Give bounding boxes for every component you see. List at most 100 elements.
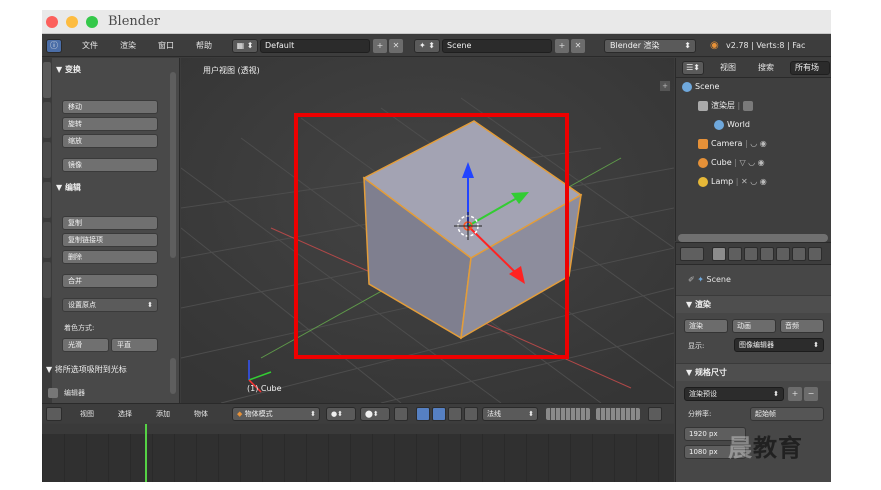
interaction-mode-dropdown[interactable]: ◆ 物体模式 ⬍ bbox=[232, 407, 320, 421]
interaction-mode-label: 物体模式 bbox=[244, 410, 273, 418]
title-bar: Blender bbox=[42, 10, 831, 34]
editor-type-3d-icon[interactable] bbox=[46, 407, 62, 421]
manipulator-toggle-icon[interactable] bbox=[416, 407, 430, 421]
menu-window[interactable]: 窗口 bbox=[158, 39, 174, 53]
scene-layers-group-2[interactable] bbox=[596, 408, 640, 420]
edit-panel-header[interactable]: ▼ 编辑 bbox=[56, 182, 81, 193]
menu-render[interactable]: 渲染 bbox=[120, 39, 136, 53]
screen-layout-icon[interactable]: ▦ ⬍ bbox=[232, 39, 258, 53]
delete-button[interactable]: 删除 bbox=[62, 250, 158, 264]
outliner-item-label: Lamp bbox=[711, 177, 734, 186]
rotate-button[interactable]: 旋转 bbox=[62, 117, 158, 131]
scene-field[interactable]: Scene bbox=[442, 39, 552, 53]
tool-shelf-scrollbar[interactable] bbox=[170, 72, 176, 258]
visibility-eye-icon[interactable]: ▽ ◡ ◉ bbox=[739, 158, 764, 167]
outliner-item-lamp[interactable]: Lamp | ✕ ◡ ◉ bbox=[698, 175, 767, 189]
edit-mode-item[interactable]: 编辑器 bbox=[48, 388, 85, 398]
render-preview-icon[interactable] bbox=[648, 407, 662, 421]
render-panel-header[interactable]: ▼ 渲染 bbox=[676, 295, 831, 313]
display-dropdown[interactable]: 图像编辑器 ⬍ bbox=[734, 338, 824, 352]
outliner-item-cube[interactable]: Cube | ▽ ◡ ◉ bbox=[698, 156, 765, 170]
outliner-item-scene[interactable]: Scene bbox=[682, 80, 719, 94]
transform-panel-header[interactable]: ▼ 变换 bbox=[56, 64, 81, 75]
editor-type-info-icon[interactable]: ⓘ bbox=[46, 39, 62, 53]
outliner-scrollbar[interactable] bbox=[678, 234, 828, 242]
menu-add[interactable]: 添加 bbox=[156, 408, 170, 420]
add-scene-button[interactable]: + bbox=[555, 39, 569, 53]
scene-layers-group-1[interactable] bbox=[546, 408, 590, 420]
rotate-manipulator-icon[interactable] bbox=[448, 407, 462, 421]
tool-shelf-tab-animation[interactable] bbox=[43, 182, 51, 218]
set-origin-dropdown[interactable]: 设置原点 ⬍ bbox=[62, 298, 158, 312]
menu-view[interactable]: 视图 bbox=[80, 408, 94, 420]
menu-help[interactable]: 帮助 bbox=[196, 39, 212, 53]
layer-toggle-icon[interactable] bbox=[394, 407, 408, 421]
translate-button[interactable]: 移动 bbox=[62, 100, 158, 114]
shade-smooth-button[interactable]: 光滑 bbox=[62, 338, 109, 352]
remove-preset-button[interactable]: − bbox=[804, 387, 818, 401]
outliner-display-mode[interactable]: 所有场 bbox=[790, 61, 830, 75]
shade-flat-button[interactable]: 平直 bbox=[111, 338, 158, 352]
screen-layout-field[interactable]: Default bbox=[260, 39, 370, 53]
duplicate-button[interactable]: 复制 bbox=[62, 216, 158, 230]
operator-panel-header[interactable]: ▼ 将所选项吸附到光标 bbox=[46, 364, 127, 375]
timeline-editor[interactable] bbox=[42, 424, 674, 482]
translate-manipulator-icon[interactable] bbox=[432, 407, 446, 421]
visibility-eye-icon[interactable]: ✕ ◡ ◉ bbox=[741, 177, 767, 186]
dimensions-panel-header[interactable]: ▼ 规格尺寸 bbox=[676, 363, 831, 381]
properties-toggle-icon[interactable]: + bbox=[660, 81, 670, 91]
outliner-item-render-layers[interactable]: 渲染层 | bbox=[698, 99, 756, 113]
scale-manipulator-icon[interactable] bbox=[464, 407, 478, 421]
close-window-button[interactable] bbox=[46, 16, 58, 28]
pivot-dropdown[interactable]: ⬤⬍ bbox=[360, 407, 390, 421]
cube-highlight-box bbox=[294, 113, 569, 359]
editor-type-outliner-icon[interactable]: ☰⬍ bbox=[682, 61, 704, 75]
render-audio-button[interactable]: 音频 bbox=[780, 319, 824, 333]
render-engine-dropdown[interactable]: Blender 渲染 ⬍ bbox=[604, 39, 696, 53]
chevron-updown-icon: ⬍ bbox=[684, 41, 691, 50]
render-presets-dropdown[interactable]: 渲染预设 ⬍ bbox=[684, 387, 784, 401]
scene-selector-icon[interactable]: ✦ ⬍ bbox=[414, 39, 440, 53]
tab-world[interactable] bbox=[760, 247, 774, 261]
pin-icon[interactable]: ✐ bbox=[688, 275, 697, 284]
duplicate-linked-button[interactable]: 复制链接项 bbox=[62, 233, 158, 247]
tool-shelf-tab-physics[interactable] bbox=[43, 222, 51, 258]
tool-shelf-tab-grease-pencil[interactable] bbox=[43, 262, 51, 298]
3d-viewport[interactable]: 用户视图 (透视) (1) Cube + bbox=[181, 58, 674, 403]
add-layout-button[interactable]: + bbox=[373, 39, 387, 53]
visibility-eye-icon[interactable]: ◡ ◉ bbox=[750, 139, 767, 148]
delete-scene-button[interactable]: ✕ bbox=[571, 39, 585, 53]
transform-orientation-dropdown[interactable]: 法线 ⬍ bbox=[482, 407, 538, 421]
menu-object[interactable]: 物体 bbox=[194, 408, 208, 420]
render-animation-button[interactable]: 动画 bbox=[732, 319, 776, 333]
tab-modifiers[interactable] bbox=[808, 247, 822, 261]
timeline-frame-ruler[interactable] bbox=[42, 424, 674, 434]
outliner-menu-search[interactable]: 搜索 bbox=[758, 61, 774, 75]
edit-mode-item-label: 编辑器 bbox=[64, 389, 85, 397]
minimize-window-button[interactable] bbox=[66, 16, 78, 28]
tool-shelf-scrollbar-lower[interactable] bbox=[170, 358, 176, 394]
tab-constraints[interactable] bbox=[792, 247, 806, 261]
menu-select[interactable]: 选择 bbox=[118, 408, 132, 420]
shading-mode-dropdown[interactable]: ●⬍ bbox=[326, 407, 356, 421]
timeline-playhead[interactable] bbox=[145, 424, 147, 482]
tab-render-layers[interactable] bbox=[728, 247, 742, 261]
scale-button[interactable]: 缩放 bbox=[62, 134, 158, 148]
add-preset-button[interactable]: + bbox=[788, 387, 802, 401]
zoom-window-button[interactable] bbox=[86, 16, 98, 28]
tool-shelf-tab-relations[interactable] bbox=[43, 142, 51, 178]
editor-type-properties-icon[interactable] bbox=[680, 247, 704, 261]
tool-shelf-tab-tools[interactable] bbox=[43, 62, 51, 98]
mirror-button[interactable]: 镜像 bbox=[62, 158, 158, 172]
join-button[interactable]: 合并 bbox=[62, 274, 158, 288]
outliner-item-world[interactable]: World bbox=[714, 118, 750, 132]
outliner-menu-view[interactable]: 视图 bbox=[720, 61, 736, 75]
menu-file[interactable]: 文件 bbox=[82, 39, 98, 53]
render-image-button[interactable]: 渲染 bbox=[684, 319, 728, 333]
tab-scene[interactable] bbox=[744, 247, 758, 261]
outliner-item-camera[interactable]: Camera | ◡ ◉ bbox=[698, 137, 767, 151]
tool-shelf-tab-create[interactable] bbox=[43, 102, 51, 138]
tab-object[interactable] bbox=[776, 247, 790, 261]
tab-render[interactable] bbox=[712, 247, 726, 261]
delete-layout-button[interactable]: ✕ bbox=[389, 39, 403, 53]
